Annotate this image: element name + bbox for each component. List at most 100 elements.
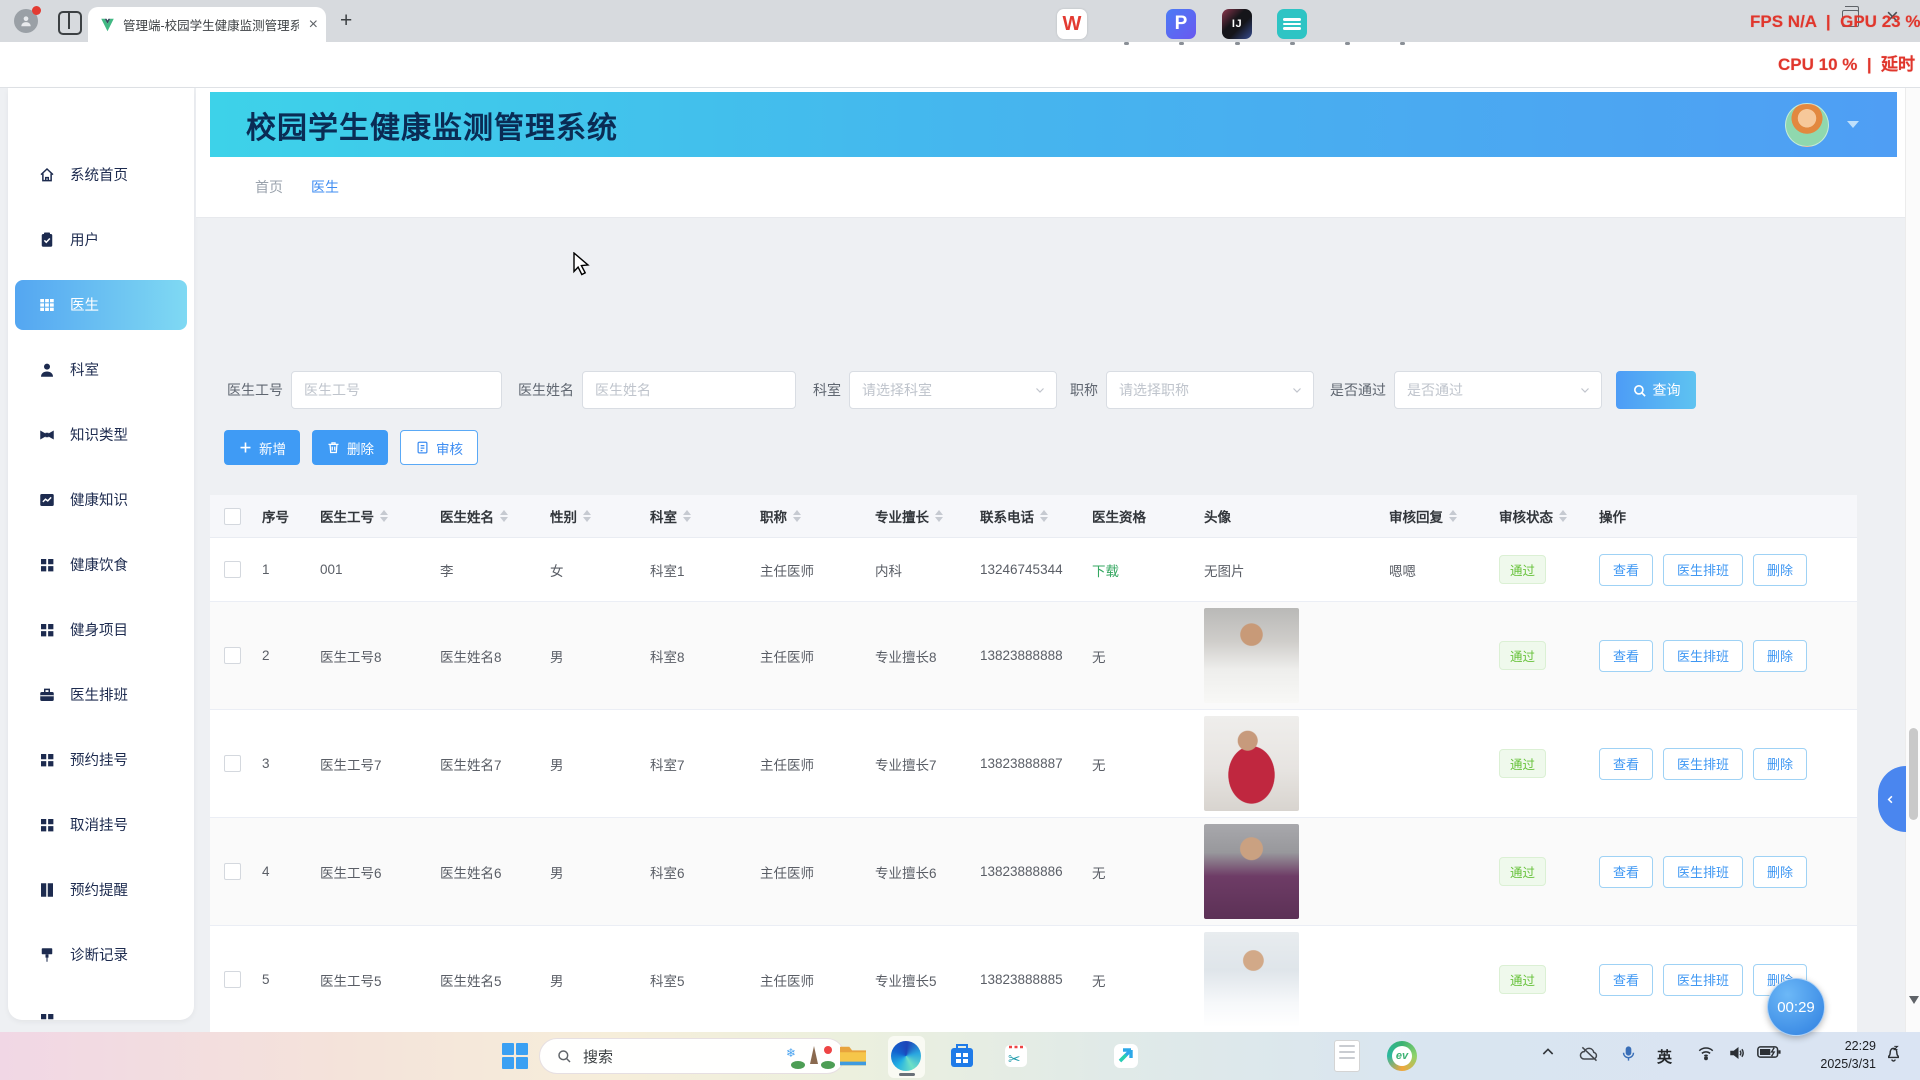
sidebar-item-health-knowledge[interactable]: 健康知识 [8,467,194,532]
col-title[interactable]: 职称 [752,506,867,526]
department-select[interactable]: 请选择科室 [849,371,1057,409]
col-review-reply[interactable]: 审核回复 [1381,506,1491,526]
title-select[interactable]: 请选择职称 [1106,371,1314,409]
battery-icon[interactable] [1757,1044,1781,1060]
cell-actions[interactable]: 查看医生排班删除 [1591,640,1857,672]
cell-select[interactable] [210,755,254,772]
tray-chevron-up-icon[interactable] [1540,1044,1556,1060]
doctor-id-input[interactable] [291,371,502,409]
cell-actions[interactable]: 查看医生排班删除 [1591,856,1857,888]
file-explorer-icon[interactable] [838,1041,868,1071]
cell-actions[interactable]: 查看医生排班删除 [1591,554,1857,586]
delete-button[interactable]: 删除 [312,430,388,465]
sidebar-item-fitness-program[interactable]: 健身项目 [8,597,194,662]
action-schedule-button[interactable]: 医生排班 [1663,964,1743,996]
sidebar-item-diagnosis-record[interactable]: 诊断记录 [8,922,194,987]
tab-close-icon[interactable]: × [309,17,318,33]
qualification-download-link[interactable]: 下载 [1092,564,1119,579]
volume-icon[interactable] [1727,1044,1747,1062]
browser-tab[interactable]: 管理端-校园学生健康监测管理系统 × [88,7,326,42]
tab-search-icon[interactable] [58,11,82,35]
col-specialty[interactable]: 专业擅长 [867,506,972,526]
sort-carets[interactable] [583,510,591,522]
doctor-photo[interactable] [1204,608,1299,703]
notification-bell-icon[interactable] [1884,1044,1903,1063]
ime-indicator[interactable]: 英 [1657,1046,1672,1067]
edge-browser-icon[interactable] [891,1041,921,1071]
screen-timer[interactable]: 00:29 [1767,978,1825,1036]
pass-status-select[interactable]: 是否通过 [1394,371,1602,409]
sidebar-item-doctors[interactable]: 医生 [8,272,194,337]
row-checkbox[interactable] [224,863,241,880]
text-document-icon[interactable] [1332,1041,1362,1071]
action-delete-button[interactable]: 删除 [1753,640,1807,672]
sort-carets[interactable] [1040,510,1048,522]
sort-carets[interactable] [793,510,801,522]
user-menu-chevron-icon[interactable] [1847,121,1859,128]
docs-arrow-app-icon[interactable] [1111,1041,1141,1071]
row-checkbox[interactable] [224,971,241,988]
doctor-photo[interactable] [1204,932,1299,1027]
cell-select[interactable] [210,971,254,988]
microsoft-store-icon[interactable] [947,1041,977,1071]
col-doctor-name[interactable]: 医生姓名 [432,506,542,526]
ev-capture-icon[interactable]: ev [1387,1041,1417,1071]
col-phone[interactable]: 联系电话 [972,506,1084,526]
audit-button[interactable]: 审核 [400,430,478,465]
notes-app-icon[interactable] [1277,9,1307,39]
col-review-status[interactable]: 审核状态 [1491,506,1591,526]
action-view-button[interactable]: 查看 [1599,856,1653,888]
cell-select[interactable] [210,647,254,664]
sort-carets[interactable] [380,510,388,522]
cell-select[interactable] [210,863,254,880]
taskbar-clock[interactable]: 22:292025/3/31 [1796,1037,1876,1073]
action-schedule-button[interactable]: 医生排班 [1663,640,1743,672]
action-delete-button[interactable]: 删除 [1753,748,1807,780]
action-schedule-button[interactable]: 医生排班 [1663,554,1743,586]
row-checkbox[interactable] [224,647,241,664]
action-view-button[interactable]: 查看 [1599,964,1653,996]
action-view-button[interactable]: 查看 [1599,748,1653,780]
user-avatar[interactable] [1785,103,1829,147]
sidebar-item-doctor-schedule[interactable]: 医生排班 [8,662,194,727]
sidebar-item-healthy-diet[interactable]: 健康饮食 [8,532,194,597]
doctor-photo[interactable] [1204,824,1299,919]
sidebar-item-appointment[interactable]: 预约挂号 [8,727,194,792]
snipping-tool-icon[interactable]: ✂ [1001,1041,1031,1071]
doctor-name-input[interactable] [582,371,796,409]
sidebar-item-cancel-appointment[interactable]: 取消挂号 [8,792,194,857]
page-scrollbar[interactable] [1905,88,1920,1032]
action-delete-button[interactable]: 删除 [1753,856,1807,888]
sort-carets[interactable] [1449,510,1457,522]
cell-actions[interactable]: 查看医生排班删除 [1591,748,1857,780]
action-view-button[interactable]: 查看 [1599,640,1653,672]
taskbar-search[interactable]: 搜索 ❄ [539,1038,845,1074]
p-app-icon[interactable]: P [1166,9,1196,39]
sort-carets[interactable] [1559,510,1567,522]
col-doctor-id[interactable]: 医生工号 [312,506,432,526]
action-schedule-button[interactable]: 医生排班 [1663,856,1743,888]
action-view-button[interactable]: 查看 [1599,554,1653,586]
cell-select[interactable] [210,561,254,578]
col-department[interactable]: 科室 [642,506,752,526]
row-checkbox[interactable] [224,561,241,578]
add-button[interactable]: 新增 [224,430,300,465]
microphone-icon[interactable] [1620,1044,1637,1063]
wps-office-icon[interactable]: W [1057,9,1087,39]
doctor-photo[interactable] [1204,716,1299,811]
breadcrumb-home[interactable]: 首页 [255,177,283,197]
cloud-off-icon[interactable] [1578,1044,1600,1064]
intellij-idea-icon[interactable]: IJ [1222,9,1252,39]
row-checkbox[interactable] [224,755,241,772]
sidebar-item-knowledge-type[interactable]: 知识类型 [8,402,194,467]
new-tab-button[interactable]: + [340,10,352,32]
breadcrumb-current[interactable]: 医生 [311,177,339,197]
sort-carets[interactable] [935,510,943,522]
sidebar-item-departments[interactable]: 科室 [8,337,194,402]
sort-carets[interactable] [683,510,691,522]
select-all-checkbox[interactable] [224,508,241,525]
action-schedule-button[interactable]: 医生排班 [1663,748,1743,780]
wifi-icon[interactable] [1696,1044,1716,1062]
action-delete-button[interactable]: 删除 [1753,554,1807,586]
sidebar-item-partial-item[interactable] [8,987,194,1020]
